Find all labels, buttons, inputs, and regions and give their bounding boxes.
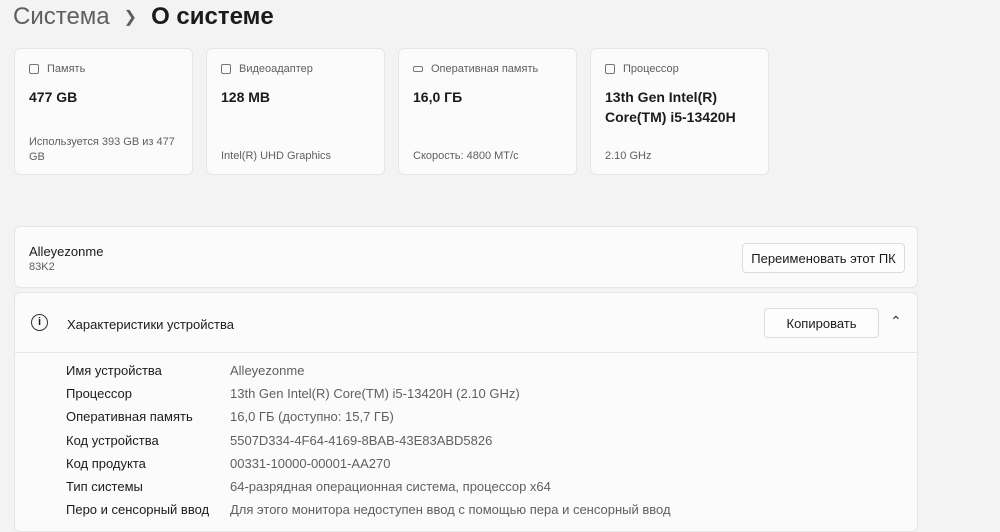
device-model: 83K2 — [29, 261, 55, 273]
card-sub: Intel(R) UHD Graphics — [221, 150, 332, 162]
breadcrumb: Система ❯ О системе — [13, 2, 274, 32]
card-value: 16,0 ГБ — [413, 89, 463, 105]
spec-row: Перо и сенсорный ввод Для этого монитора … — [66, 502, 671, 517]
spec-value: 16,0 ГБ (доступно: 15,7 ГБ) — [230, 409, 394, 425]
spec-row: Имя устройства Alleyezonme — [66, 363, 304, 378]
rename-pc-button[interactable]: Переименовать этот ПК — [742, 243, 905, 273]
spec-row: Тип системы 64-разрядная операционная сис… — [66, 479, 551, 494]
spec-row: Код продукта 00331-10000-00001-AA270 — [66, 456, 390, 471]
spec-label: Тип системы — [66, 479, 143, 494]
cpu-card: Процессор 13th Gen Intel(R) Core(TM) i5-… — [590, 48, 769, 175]
info-icon: i — [31, 314, 48, 331]
spec-label: Имя устройства — [66, 363, 162, 378]
ram-card: Оперативная память 16,0 ГБ Скорость: 480… — [398, 48, 577, 175]
storage-icon — [29, 64, 39, 74]
card-sub: 2.10 GHz — [605, 150, 652, 162]
breadcrumb-parent[interactable]: Система — [13, 3, 110, 31]
spec-row: Оперативная память 16,0 ГБ (доступно: 15,… — [66, 409, 394, 424]
copy-button[interactable]: Копировать — [764, 308, 879, 338]
spec-value: Для этого монитора недоступен ввод с пом… — [230, 502, 671, 518]
gpu-card: Видеоадаптер 128 MB Intel(R) UHD Graphic… — [206, 48, 385, 175]
spec-label: Код продукта — [66, 455, 146, 471]
page-title: О системе — [151, 3, 274, 30]
device-name: Alleyezonme — [29, 244, 104, 259]
cpu-icon — [605, 64, 615, 74]
device-name-panel: Alleyezonme 83K2 Переименовать этот ПК — [14, 226, 918, 288]
spec-value: 64-разрядная операционная система, проце… — [230, 479, 551, 494]
spec-label: Процессор — [66, 386, 132, 402]
card-sub: Используется 393 GB из 477 GB — [29, 136, 175, 163]
display-adapter-icon — [221, 64, 231, 74]
specs-title: Характеристики устройства — [67, 317, 234, 332]
chevron-right-icon: ❯ — [123, 9, 138, 26]
spec-label: Оперативная память — [66, 409, 193, 425]
spec-row: Процессор 13th Gen Intel(R) Core(TM) i5-1… — [66, 386, 520, 401]
card-label: Память — [47, 63, 86, 75]
spec-label: Код устройства — [66, 432, 159, 448]
spec-value: Alleyezonme — [230, 363, 305, 378]
spec-value: 13th Gen Intel(R) Core(TM) i5-13420H (2.… — [230, 386, 520, 402]
card-sub: Скорость: 4800 МТ/с — [413, 150, 519, 162]
storage-card: Память 477 GB Используется 393 GB из 477… — [14, 48, 193, 175]
spec-value: 5507D334-4F64-4169-8BAB-43E83ABD5826 — [230, 432, 493, 448]
card-label: Оперативная память — [431, 63, 539, 75]
specs-header[interactable]: i Характеристики устройства Копировать ⌃ — [15, 293, 917, 353]
chevron-up-icon[interactable]: ⌃ — [890, 313, 902, 330]
card-value: 477 GB — [29, 89, 78, 105]
spec-label: Перо и сенсорный ввод — [66, 502, 210, 518]
spec-value: 00331-10000-00001-AA270 — [230, 455, 391, 471]
spec-row: Код устройства 5507D334-4F64-4169-8BAB-43… — [66, 433, 492, 448]
card-value: 13th Gen Intel(R) Core(TM) i5-13420H — [605, 89, 736, 125]
card-label: Видеоадаптер — [239, 63, 313, 75]
card-label: Процессор — [623, 63, 679, 75]
card-value: 128 MB — [221, 89, 271, 105]
ram-icon — [413, 66, 423, 72]
